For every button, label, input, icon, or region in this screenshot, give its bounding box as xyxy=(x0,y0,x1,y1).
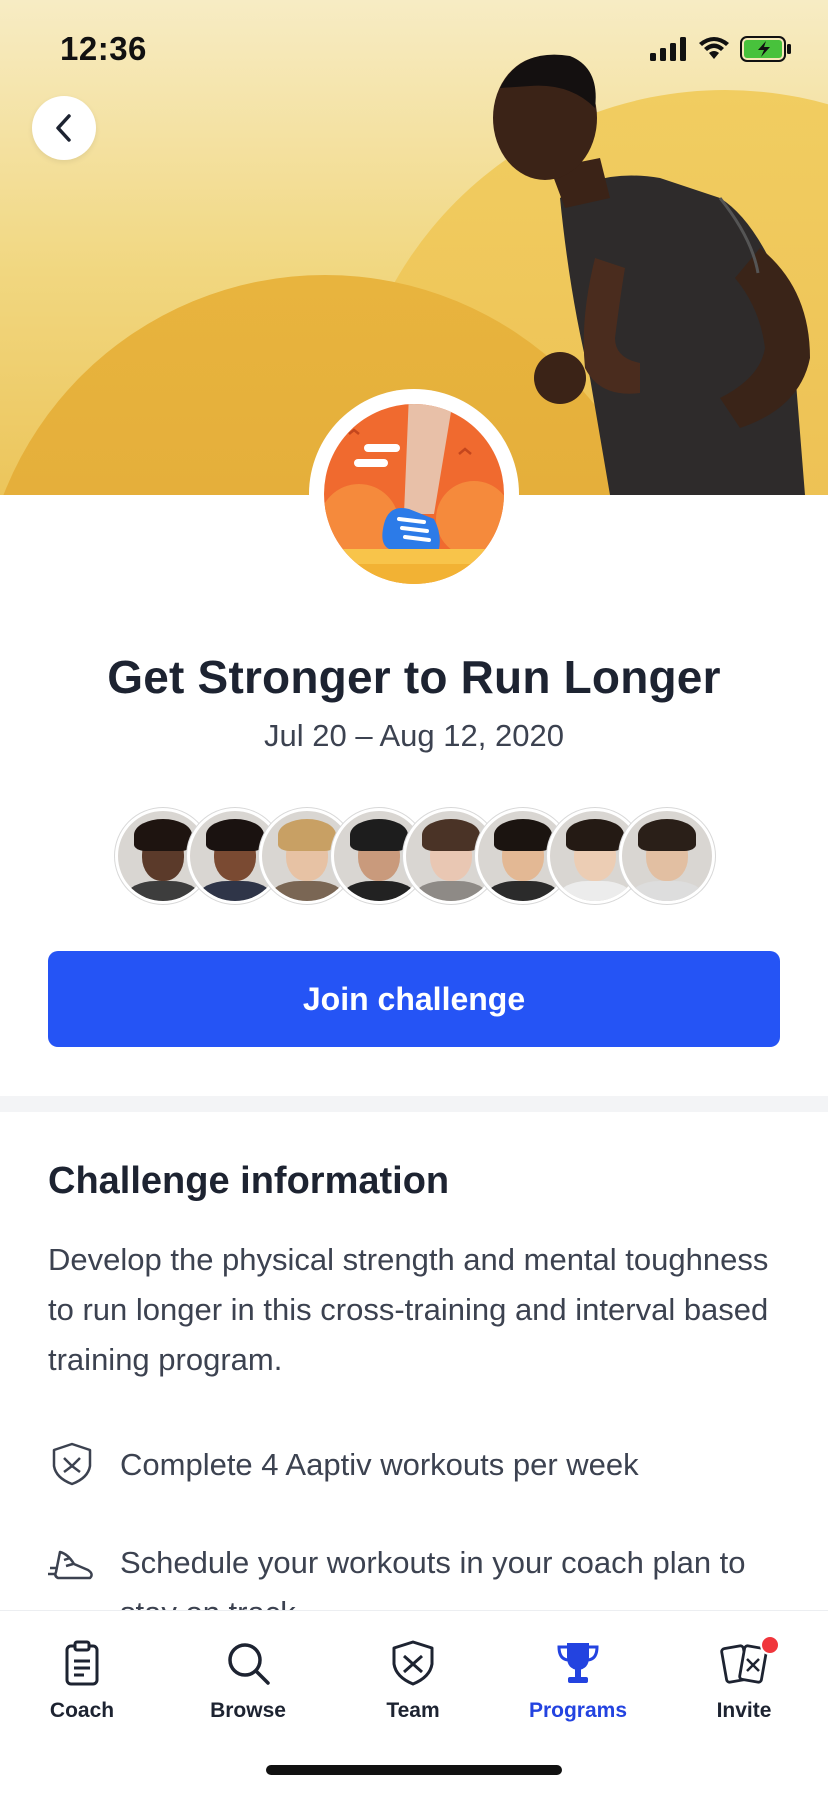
challenge-title: Get Stronger to Run Longer xyxy=(107,651,721,703)
participant-avatar xyxy=(619,808,715,904)
search-icon xyxy=(228,1643,270,1685)
avatar-hair xyxy=(494,819,552,851)
avatar-body xyxy=(198,881,272,901)
tab-team[interactable]: Team xyxy=(343,1629,483,1739)
trophy-icon xyxy=(557,1643,599,1683)
runner-illustration xyxy=(493,54,810,495)
tab-programs[interactable]: Programs xyxy=(508,1629,648,1739)
avatar-hair xyxy=(134,819,192,851)
avatar-hair xyxy=(206,819,264,851)
back-button[interactable] xyxy=(32,96,96,160)
avatar-hair xyxy=(350,819,408,851)
avatar-body xyxy=(126,881,200,901)
wifi-icon xyxy=(699,37,729,59)
battery-icon xyxy=(740,36,791,62)
avatar-body xyxy=(630,881,704,901)
tab-label: Programs xyxy=(528,1699,628,1722)
running-shoe-badge-icon xyxy=(324,404,504,584)
avatar-hair xyxy=(278,819,336,851)
avatar-body xyxy=(270,881,344,901)
join-challenge-button[interactable]: Join challenge xyxy=(48,951,780,1047)
tab-label: Invite xyxy=(716,1699,772,1722)
tab-label: Browse xyxy=(210,1699,286,1722)
tab-coach[interactable]: Coach xyxy=(12,1629,152,1739)
status-bar: 12:36 xyxy=(0,0,828,100)
tab-label: Team xyxy=(386,1699,440,1722)
aaptiv-shield-icon xyxy=(52,1442,92,1486)
avatar-body xyxy=(342,881,416,901)
chevron-left-icon xyxy=(56,114,71,142)
avatar-hair xyxy=(422,819,480,851)
running-shoe-icon xyxy=(48,1550,93,1580)
challenge-description: Develop the physical strength and mental… xyxy=(48,1242,769,1377)
tab-invite[interactable]: Invite xyxy=(674,1629,814,1739)
cellular-signal-icon xyxy=(650,37,686,61)
tab-browse[interactable]: Browse xyxy=(178,1629,318,1739)
requirement-item: Complete 4 Aaptiv workouts per week xyxy=(48,1440,808,1490)
bottom-tab-bar: Coach Browse Team Programs Invite xyxy=(0,1610,828,1793)
section-divider xyxy=(0,1096,828,1112)
challenge-information-heading: Challenge information xyxy=(48,1160,450,1202)
avatar-body xyxy=(486,881,560,901)
avatar-hair xyxy=(638,819,696,851)
participant-avatars[interactable] xyxy=(115,808,715,904)
status-icons xyxy=(650,36,792,62)
challenge-badge xyxy=(309,389,519,599)
tab-label: Coach xyxy=(49,1699,115,1722)
avatar-body xyxy=(414,881,488,901)
requirement-text: Complete 4 Aaptiv workouts per week xyxy=(120,1447,639,1482)
team-shield-icon xyxy=(392,1640,434,1686)
challenge-dates: Jul 20 – Aug 12, 2020 xyxy=(264,718,564,753)
status-time: 12:36 xyxy=(60,30,147,67)
notification-dot xyxy=(760,1635,780,1655)
avatar-body xyxy=(558,881,632,901)
home-indicator xyxy=(266,1765,562,1775)
clipboard-icon xyxy=(65,1640,99,1686)
avatar-hair xyxy=(566,819,624,851)
